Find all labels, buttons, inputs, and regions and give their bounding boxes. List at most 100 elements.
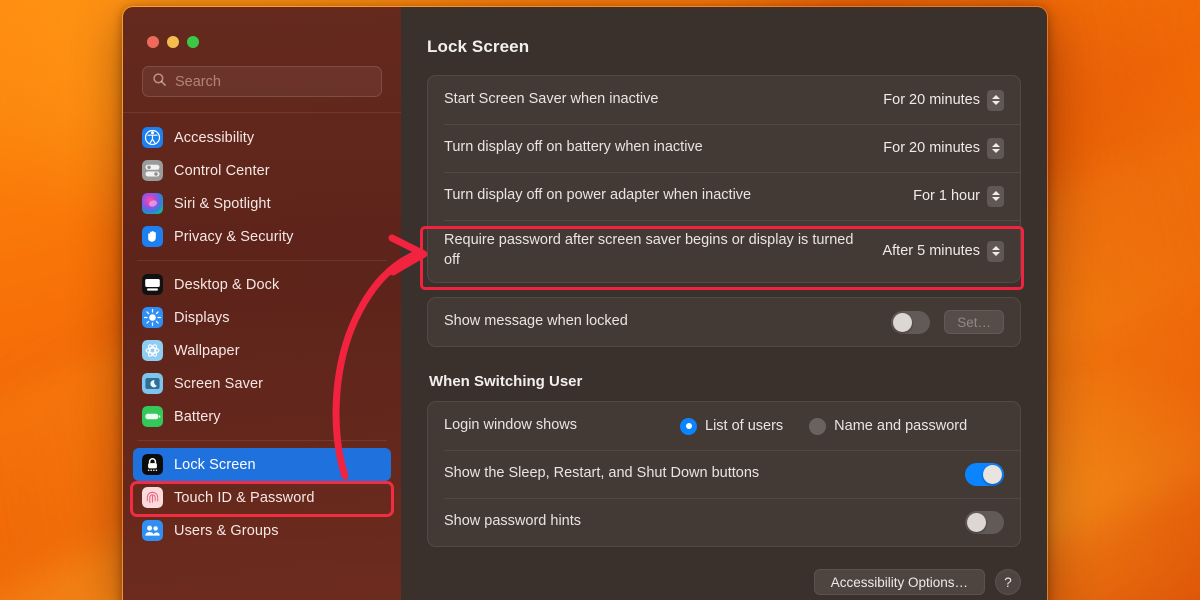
row-start-screen-saver[interactable]: Start Screen Saver when inactive For 20 … [428, 76, 1020, 124]
radio-button[interactable] [680, 417, 697, 435]
sidebar-group-1: Accessibility Control Center Siri & Spot… [123, 113, 401, 253]
window-controls [123, 7, 401, 48]
screen-saver-icon [142, 373, 163, 394]
require-password-delay-popup[interactable]: After 5 minutes [882, 240, 1004, 262]
row-label: Login window shows [444, 417, 577, 434]
toggle-knob [967, 512, 986, 532]
maximize-button[interactable] [187, 36, 199, 48]
sidebar-item-users-groups[interactable]: Users & Groups [133, 514, 391, 547]
sidebar-item-lock-screen[interactable]: Lock Screen [133, 448, 391, 481]
sidebar-item-label: Users & Groups [174, 522, 279, 539]
row-label: Show the Sleep, Restart, and Shut Down b… [444, 465, 760, 482]
row-display-off-battery[interactable]: Turn display off on battery when inactiv… [428, 124, 1020, 172]
radio-label: Name and password [834, 418, 968, 434]
set-message-button[interactable]: Set… [944, 310, 1004, 334]
stepper-icon[interactable] [987, 185, 1004, 207]
sidebar-item-siri-spotlight[interactable]: Siri & Spotlight [133, 187, 391, 220]
page-title: Lock Screen [427, 37, 530, 56]
popup-value: For 20 minutes [883, 92, 980, 108]
sidebar-item-wallpaper[interactable]: Wallpaper [133, 334, 391, 367]
sidebar-item-screen-saver[interactable]: Screen Saver [133, 367, 391, 400]
section-heading-switching-user: When Switching User [429, 373, 583, 390]
row-label: Show message when locked [444, 313, 628, 330]
row-require-password[interactable]: Require password after screen saver begi… [428, 220, 1020, 282]
sidebar-divider-2 [137, 440, 387, 441]
radio-option-list-of-users[interactable]: List of users [680, 417, 784, 435]
sidebar-item-desktop-dock[interactable]: Desktop & Dock [133, 268, 391, 301]
stepper-icon[interactable] [987, 240, 1004, 262]
toggle-knob [893, 312, 913, 332]
sidebar: Search Accessibility Control Center Siri… [123, 7, 401, 600]
login-window-radio-group: List of users Name and password [680, 417, 968, 435]
sidebar-item-label: Accessibility [174, 129, 255, 146]
stepper-icon[interactable] [987, 89, 1004, 111]
sidebar-item-control-center[interactable]: Control Center [133, 154, 391, 187]
accessibility-icon [142, 127, 163, 148]
sidebar-item-label: Screen Saver [174, 375, 264, 392]
sidebar-item-label: Desktop & Dock [174, 276, 280, 293]
radio-button[interactable] [809, 417, 827, 435]
sidebar-item-label: Touch ID & Password [174, 489, 315, 506]
siri-icon [142, 193, 163, 214]
display-off-battery-popup[interactable]: For 20 minutes [883, 137, 1004, 159]
sidebar-item-label: Control Center [174, 162, 270, 179]
content-pane: Lock Screen Start Screen Saver when inac… [401, 7, 1047, 600]
lock-screen-icon [142, 454, 163, 475]
displays-icon [142, 307, 163, 328]
minimize-button[interactable] [167, 36, 179, 48]
sidebar-item-label: Displays [174, 309, 230, 326]
search-container: Search [123, 48, 401, 97]
sidebar-item-label: Wallpaper [174, 342, 240, 359]
sidebar-divider-1 [137, 260, 387, 261]
sidebar-item-label: Lock Screen [174, 456, 256, 473]
sidebar-item-displays[interactable]: Displays [133, 301, 391, 334]
row-label: Turn display off on battery when inactiv… [444, 139, 703, 156]
accessibility-options-button[interactable]: Accessibility Options… [813, 569, 985, 595]
display-off-power-popup[interactable]: For 1 hour [913, 185, 1004, 207]
search-input-placeholder: Search [175, 73, 221, 90]
radio-option-name-and-password[interactable]: Name and password [809, 417, 968, 435]
row-label: Require password after screen saver begi… [444, 232, 854, 268]
desktop-dock-icon [142, 274, 163, 295]
row-label: Start Screen Saver when inactive [444, 91, 659, 108]
help-button[interactable]: ? [995, 569, 1021, 595]
sidebar-item-battery[interactable]: Battery [133, 400, 391, 433]
screen-saver-delay-popup[interactable]: For 20 minutes [883, 89, 1004, 111]
sidebar-item-label: Privacy & Security [174, 228, 294, 245]
switching-user-card: Login window shows List of users Name an… [427, 401, 1021, 547]
sleep-restart-shutdown-toggle[interactable] [965, 462, 1004, 486]
sidebar-group-3: Lock Screen Touch ID & Password Users & … [123, 448, 401, 547]
row-label: Show password hints [444, 513, 582, 530]
sidebar-item-label: Siri & Spotlight [174, 195, 271, 212]
radio-label: List of users [705, 418, 784, 434]
password-hints-toggle[interactable] [965, 510, 1004, 534]
touch-id-icon [142, 487, 163, 508]
row-show-sleep-restart-shutdown[interactable]: Show the Sleep, Restart, and Shut Down b… [428, 450, 1020, 498]
popup-value: For 1 hour [913, 188, 980, 204]
battery-icon [142, 406, 163, 427]
sidebar-group-2: Desktop & Dock Displays Wallpaper Screen… [123, 268, 401, 433]
row-show-password-hints[interactable]: Show password hints [428, 498, 1020, 546]
row-display-off-power-adapter[interactable]: Turn display off on power adapter when i… [428, 172, 1020, 220]
show-message-toggle[interactable] [891, 310, 931, 334]
control-center-icon [142, 160, 163, 181]
sidebar-item-privacy-security[interactable]: Privacy & Security [133, 220, 391, 253]
users-groups-icon [142, 520, 163, 541]
close-button[interactable] [147, 36, 159, 48]
row-login-window-shows: Login window shows List of users Name an… [428, 402, 1020, 450]
row-label: Turn display off on power adapter when i… [444, 187, 752, 204]
lock-message-card: Show message when locked Set… [427, 297, 1021, 347]
sidebar-item-touch-id-password[interactable]: Touch ID & Password [133, 481, 391, 514]
popup-value: For 20 minutes [883, 140, 980, 156]
search-field[interactable]: Search [142, 66, 382, 97]
wallpaper-icon [142, 340, 163, 361]
lock-timing-card: Start Screen Saver when inactive For 20 … [427, 75, 1021, 283]
toggle-knob [983, 464, 1002, 484]
privacy-security-icon [142, 226, 163, 247]
popup-value: After 5 minutes [882, 243, 980, 259]
sidebar-item-accessibility[interactable]: Accessibility [133, 121, 391, 154]
footer-actions: Accessibility Options… ? [427, 569, 1021, 595]
system-settings-window: Search Accessibility Control Center Siri… [122, 6, 1048, 600]
stepper-icon[interactable] [987, 137, 1004, 159]
row-show-message-when-locked[interactable]: Show message when locked Set… [428, 298, 1020, 346]
